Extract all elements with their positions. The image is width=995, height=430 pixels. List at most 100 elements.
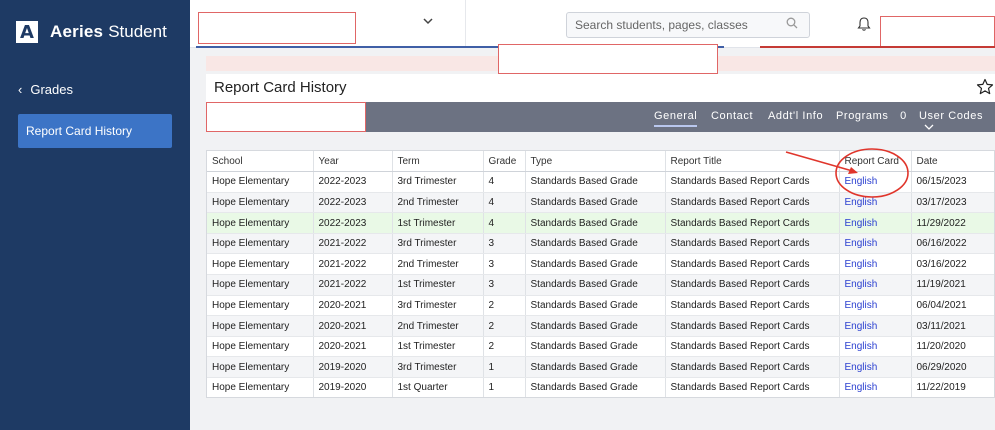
cell-term: 1st Trimester: [392, 212, 484, 234]
table-row[interactable]: Hope Elementary 2021-2022 3rd Trimester 3 St…: [207, 233, 994, 255]
cell-school: Hope Elementary: [207, 336, 314, 358]
table-row[interactable]: Hope Elementary 2022-2023 2nd Trimester 4 St…: [207, 192, 994, 214]
cell-date: 11/22/2019: [911, 377, 994, 397]
cell-report-card: English: [839, 233, 912, 255]
search-input[interactable]: Search students, pages, classes: [566, 12, 810, 38]
cell-year: 2022-2023: [313, 192, 393, 214]
cell-grade: 3: [483, 274, 526, 296]
cell-year: 2019-2020: [313, 356, 393, 379]
column-header-report-title[interactable]: Report Title: [665, 151, 840, 173]
cell-grade: 1: [483, 356, 526, 379]
report-card-link-english[interactable]: English: [845, 197, 878, 208]
table-row[interactable]: Hope Elementary 2019-2020 1st Quarter 1 Stan…: [207, 377, 994, 397]
brand[interactable]: A Aeries Student: [0, 0, 190, 64]
student-info-redacted: [206, 102, 366, 132]
star-icon[interactable]: [976, 78, 994, 96]
tab-general[interactable]: General: [654, 110, 698, 127]
report-card-link-english[interactable]: English: [845, 279, 878, 290]
cell-school: Hope Elementary: [207, 356, 314, 379]
cell-report-card: English: [839, 356, 912, 379]
cell-year: 2020-2021: [313, 315, 393, 337]
report-card-link-english[interactable]: English: [845, 341, 878, 352]
cell-type: Standards Based Grade: [525, 212, 666, 234]
cell-grade: 1: [483, 377, 526, 397]
table-row[interactable]: Hope Elementary 2020-2021 3rd Trimester 2 St…: [207, 295, 994, 317]
cell-type: Standards Based Grade: [525, 233, 666, 255]
tab-user-codes-label: User Codes: [919, 110, 984, 122]
column-header-report-card[interactable]: Report Card: [839, 151, 912, 173]
cell-type: Standards Based Grade: [525, 253, 666, 276]
student-selector-redacted[interactable]: [198, 12, 356, 44]
table-row[interactable]: Hope Elementary 2021-2022 2nd Trimester 3 St…: [207, 253, 994, 276]
cell-report-title: Standards Based Report Cards: [665, 295, 840, 317]
cell-school: Hope Elementary: [207, 253, 314, 276]
table-row[interactable]: Hope Elementary 2020-2021 1st Trimester 2 St…: [207, 336, 994, 358]
cell-year: 2020-2021: [313, 295, 393, 317]
column-header-date[interactable]: Date: [911, 151, 994, 173]
cell-term: 3rd Trimester: [392, 356, 484, 379]
table-row[interactable]: Hope Elementary 2022-2023 3rd Trimester 4 St…: [207, 171, 994, 193]
cell-type: Standards Based Grade: [525, 192, 666, 214]
bell-icon[interactable]: [856, 16, 872, 32]
cell-school: Hope Elementary: [207, 274, 314, 296]
table-row[interactable]: Hope Elementary 2020-2021 2nd Trimester 2 St…: [207, 315, 994, 337]
cell-report-title: Standards Based Report Cards: [665, 315, 840, 337]
cell-report-title: Standards Based Report Cards: [665, 274, 840, 296]
cell-date: 11/29/2022: [911, 212, 994, 234]
page-header: Report Card History: [206, 74, 995, 102]
report-card-link-english[interactable]: English: [845, 259, 878, 270]
search-icon[interactable]: [786, 17, 798, 29]
cell-grade: 2: [483, 336, 526, 358]
cell-report-card: English: [839, 212, 912, 234]
page-title: Report Card History: [214, 79, 347, 96]
cell-term: 2nd Trimester: [392, 253, 484, 276]
report-card-link-english[interactable]: English: [845, 321, 878, 332]
sidebar-item-report-card-history[interactable]: Report Card History: [18, 114, 172, 148]
cell-type: Standards Based Grade: [525, 295, 666, 317]
cell-year: 2021-2022: [313, 274, 393, 296]
tab-programs[interactable]: Programs 0: [836, 110, 907, 122]
cell-school: Hope Elementary: [207, 377, 314, 397]
tab-user-codes[interactable]: User Codes: [919, 110, 995, 134]
table-row[interactable]: Hope Elementary 2021-2022 1st Trimester 3 St…: [207, 274, 994, 296]
report-card-link-english[interactable]: English: [845, 176, 878, 187]
cell-report-card: English: [839, 295, 912, 317]
banner-redacted: [498, 44, 718, 74]
table-header-row: School Year Term Grade Type Report Title…: [207, 151, 994, 173]
cell-grade: 4: [483, 171, 526, 193]
table-row[interactable]: Hope Elementary 2019-2020 3rd Trimester 1 St…: [207, 356, 994, 379]
report-card-link-english[interactable]: English: [845, 238, 878, 249]
back-chevron-icon: ‹: [18, 81, 23, 97]
column-header-grade[interactable]: Grade: [483, 151, 526, 173]
cell-type: Standards Based Grade: [525, 274, 666, 296]
report-card-table: School Year Term Grade Type Report Title…: [206, 150, 995, 398]
cell-school: Hope Elementary: [207, 315, 314, 337]
programs-count-badge: 0: [900, 110, 907, 122]
column-header-type[interactable]: Type: [525, 151, 666, 173]
back-to-grades-link[interactable]: ‹ Grades: [0, 74, 190, 104]
user-menu-redacted[interactable]: [880, 16, 995, 48]
column-header-year[interactable]: Year: [313, 151, 393, 173]
column-header-school[interactable]: School: [207, 151, 314, 173]
tab-contact[interactable]: Contact: [711, 110, 753, 122]
table-body: Hope Elementary 2022-2023 3rd Trimester 4 St…: [207, 171, 994, 397]
report-card-link-english[interactable]: English: [845, 300, 878, 311]
cell-school: Hope Elementary: [207, 233, 314, 255]
cell-date: 03/17/2023: [911, 192, 994, 214]
cell-type: Standards Based Grade: [525, 377, 666, 397]
cell-report-card: English: [839, 315, 912, 337]
tab-addtl-info[interactable]: Addt'l Info: [768, 110, 823, 122]
report-card-link-english[interactable]: English: [845, 382, 878, 393]
topbar-divider: [465, 0, 466, 48]
report-card-link-english[interactable]: English: [845, 218, 878, 229]
cell-term: 2nd Trimester: [392, 315, 484, 337]
table-row[interactable]: Hope Elementary 2022-2023 1st Trimester 4 St…: [207, 212, 994, 234]
cell-report-title: Standards Based Report Cards: [665, 171, 840, 193]
column-header-term[interactable]: Term: [392, 151, 484, 173]
cell-school: Hope Elementary: [207, 171, 314, 193]
dropdown-chevron-icon[interactable]: [422, 14, 434, 30]
report-card-link-english[interactable]: English: [845, 362, 878, 373]
cell-date: 06/04/2021: [911, 295, 994, 317]
cell-type: Standards Based Grade: [525, 336, 666, 358]
cell-report-title: Standards Based Report Cards: [665, 212, 840, 234]
